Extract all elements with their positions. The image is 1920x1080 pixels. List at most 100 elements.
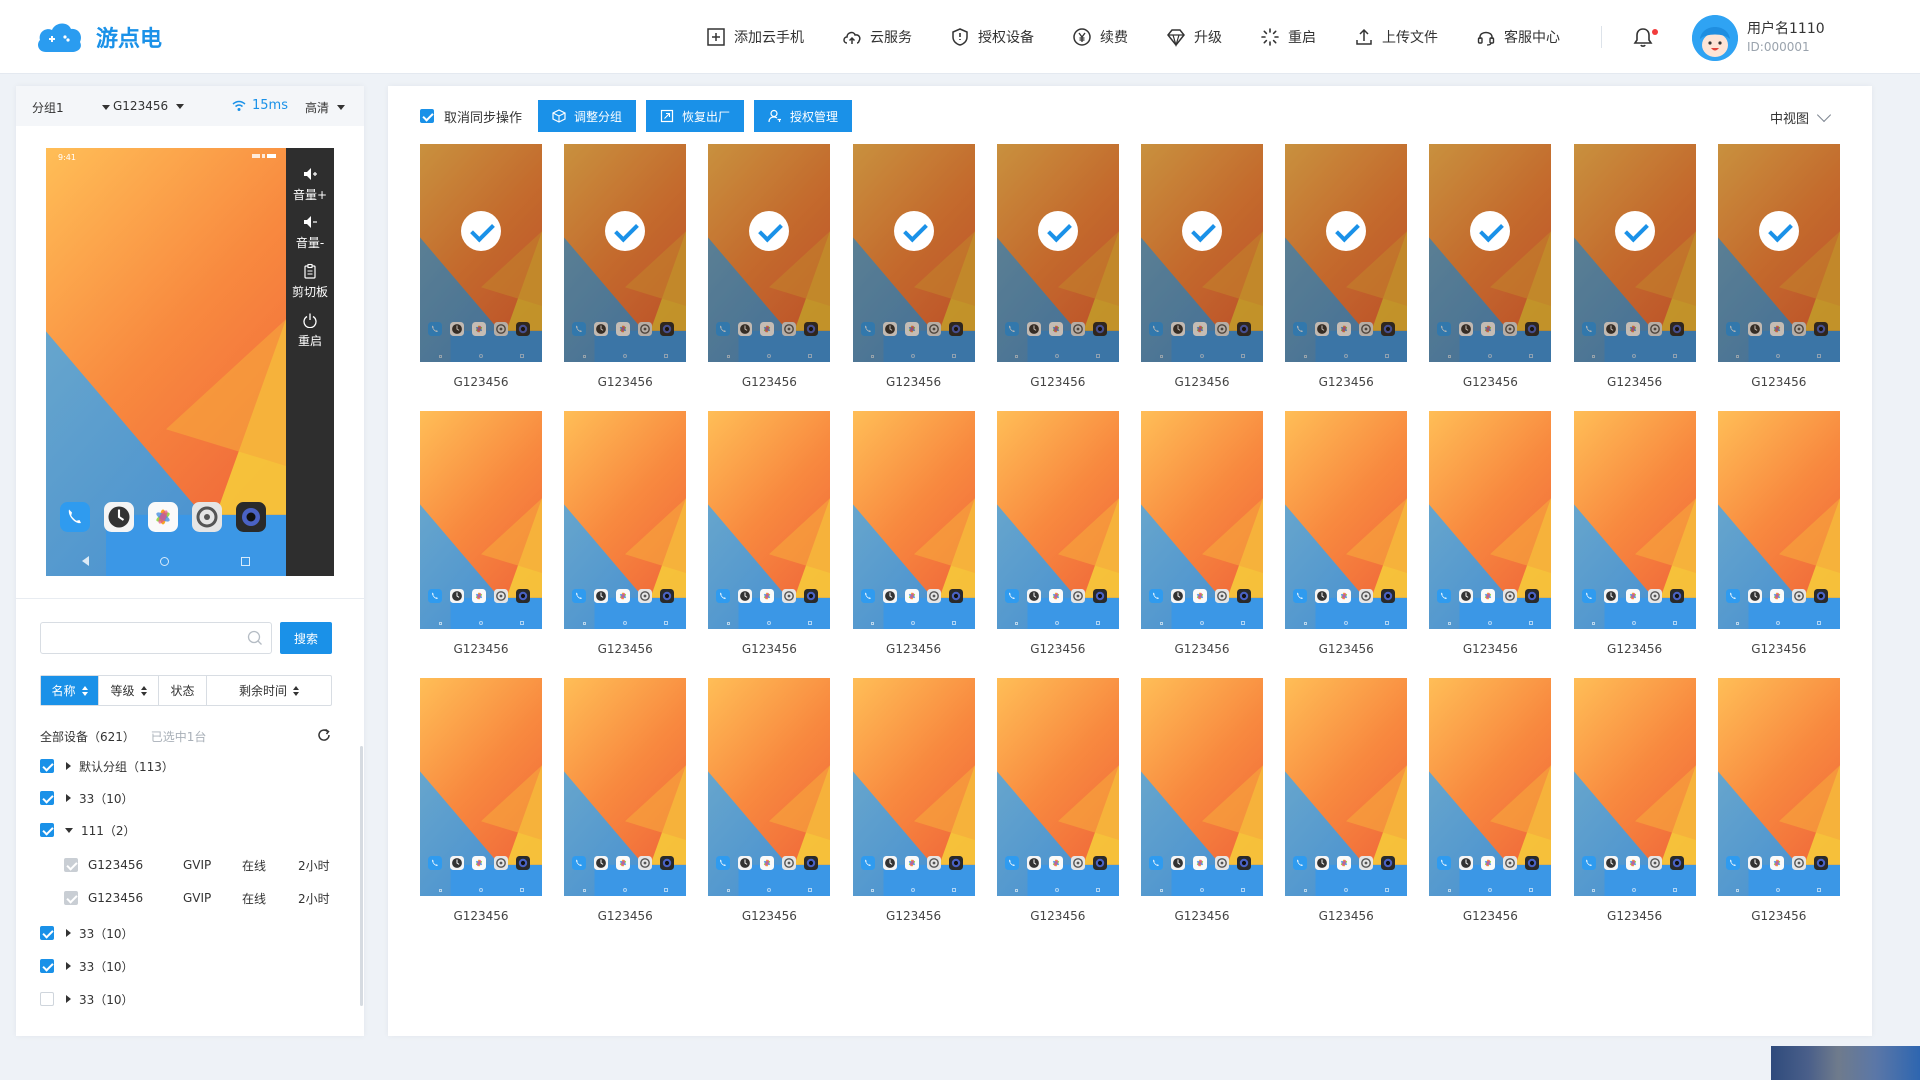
device-screen-thumbnail[interactable] [564,144,687,362]
device-card[interactable]: G123456 [420,144,542,389]
device-card[interactable]: G123456 [708,411,831,656]
home-icon[interactable] [160,556,170,566]
preview-control-1[interactable]: 音量+ [286,166,334,203]
device-card[interactable]: G123456 [420,411,542,656]
device-screen-thumbnail[interactable] [996,678,1119,896]
device-card[interactable]: G123456 [1285,144,1408,389]
device-screen-thumbnail[interactable] [420,411,542,629]
batch-button-1[interactable]: 调整分组 [538,100,637,132]
batch-button-2[interactable]: 恢复出厂 [646,100,745,132]
sort-option-1[interactable]: 名称 [41,676,99,705]
device-screen-thumbnail[interactable] [1573,411,1696,629]
sort-option-4[interactable]: 剩余时间 [207,676,331,705]
device-screen-thumbnail[interactable] [1141,144,1263,362]
search-button[interactable]: 搜索 [280,622,332,654]
device-card[interactable]: G123456 [1573,678,1696,923]
tree-group-row[interactable]: 33（10） [40,788,134,808]
caret-right-icon[interactable] [66,794,71,802]
tree-group-row[interactable]: 默认分组（113） [40,756,174,776]
device-screen-thumbnail[interactable] [852,678,975,896]
caret-down-icon[interactable] [65,827,73,833]
device-card[interactable]: G123456 [996,144,1119,389]
device-card[interactable]: G123456 [1573,144,1696,389]
preview-control-2[interactable]: 音量- [286,214,334,251]
device-screen-thumbnail[interactable] [1141,678,1263,896]
device-card[interactable]: G123456 [1285,411,1408,656]
device-card[interactable]: G123456 [1429,678,1552,923]
device-screen-thumbnail[interactable] [1285,411,1408,629]
sort-option-3[interactable]: 状态 [159,676,207,705]
device-screen-thumbnail[interactable] [1285,144,1408,362]
refresh-icon[interactable] [316,727,332,743]
nav-item-4[interactable]: 续费 [1072,27,1128,47]
device-screen-thumbnail[interactable] [708,144,831,362]
batch-button-3[interactable]: 授权管理 [754,100,853,132]
device-screen-thumbnail[interactable] [1717,411,1840,629]
device-card[interactable]: G123456 [1717,411,1840,656]
quality-select[interactable]: 高清 [305,99,346,116]
device-card[interactable]: G123456 [1285,678,1408,923]
avatar[interactable] [1692,15,1738,61]
nav-item-7[interactable]: 上传文件 [1354,27,1438,47]
caret-right-icon[interactable] [66,929,71,937]
device-screen-thumbnail[interactable] [1717,144,1840,362]
device-checkbox[interactable] [64,891,78,905]
device-card[interactable]: G123456 [1573,411,1696,656]
device-screen-thumbnail[interactable] [996,144,1119,362]
device-card[interactable]: G123456 [708,678,831,923]
device-card[interactable]: G123456 [1141,678,1263,923]
device-card[interactable]: G123456 [708,144,831,389]
nav-item-3[interactable]: 授权设备 [950,27,1034,47]
device-card[interactable]: G123456 [852,144,975,389]
device-checkbox[interactable] [64,858,78,872]
device-card[interactable]: G123456 [852,678,975,923]
nav-item-2[interactable]: 云服务 [842,27,912,47]
tree-group-row[interactable]: 111（2） [40,820,136,840]
device-screen-thumbnail[interactable] [852,411,975,629]
device-card[interactable]: G123456 [996,678,1119,923]
device-screen-thumbnail[interactable] [564,678,687,896]
device-card[interactable]: G123456 [564,678,687,923]
device-screen-thumbnail[interactable] [1573,144,1696,362]
device-card[interactable]: G123456 [564,144,687,389]
device-card[interactable]: G123456 [852,411,975,656]
cancel-sync-toggle[interactable]: 取消同步操作 [420,107,522,126]
recents-icon[interactable] [241,556,251,566]
device-card[interactable]: G123456 [996,411,1119,656]
back-icon[interactable] [81,556,89,566]
tree-group-row[interactable]: 33（10） [40,989,134,1009]
device-card[interactable]: G123456 [1717,144,1840,389]
caret-right-icon[interactable] [66,995,71,1003]
nav-item-8[interactable]: 客服中心 [1476,27,1560,47]
nav-item-6[interactable]: 重启 [1260,27,1316,47]
tree-device-row[interactable]: G123456 GVIP 在线 2小时 [64,888,330,908]
sidebar-scrollbar[interactable] [360,746,363,1006]
device-card[interactable]: G123456 [1429,411,1552,656]
device-screen-thumbnail[interactable] [996,411,1119,629]
device-screen-thumbnail[interactable] [852,144,975,362]
device-screen-thumbnail[interactable] [420,678,542,896]
app-logo[interactable]: 游点电 [34,18,162,56]
phone-screen[interactable]: 9:41 [46,148,286,576]
group-checkbox[interactable] [40,926,54,940]
search-input-field[interactable] [49,623,239,651]
device-screen-thumbnail[interactable] [1429,411,1552,629]
device-card[interactable]: G123456 [564,411,687,656]
cancel-sync-checkbox[interactable] [420,109,434,123]
group-checkbox[interactable] [40,791,54,805]
device-card[interactable]: G123456 [1141,411,1263,656]
group-checkbox[interactable] [40,959,54,973]
caret-right-icon[interactable] [66,962,71,970]
caret-right-icon[interactable] [66,762,71,770]
device-screen-thumbnail[interactable] [708,411,831,629]
device-screen-thumbnail[interactable] [1429,678,1552,896]
nav-item-1[interactable]: 添加云手机 [706,27,804,47]
device-screen-thumbnail[interactable] [1141,411,1263,629]
group-select[interactable]: 分组1 [32,99,110,116]
preview-control-3[interactable]: 剪切板 [286,263,334,300]
phone-preview[interactable]: 9:41 音量+ 音量- 剪切板 重启 [46,148,334,576]
tree-device-row[interactable]: G123456 GVIP 在线 2小时 [64,855,330,875]
tree-group-row[interactable]: 33（10） [40,923,134,943]
device-screen-thumbnail[interactable] [1717,678,1840,896]
search-icon[interactable] [247,630,263,646]
